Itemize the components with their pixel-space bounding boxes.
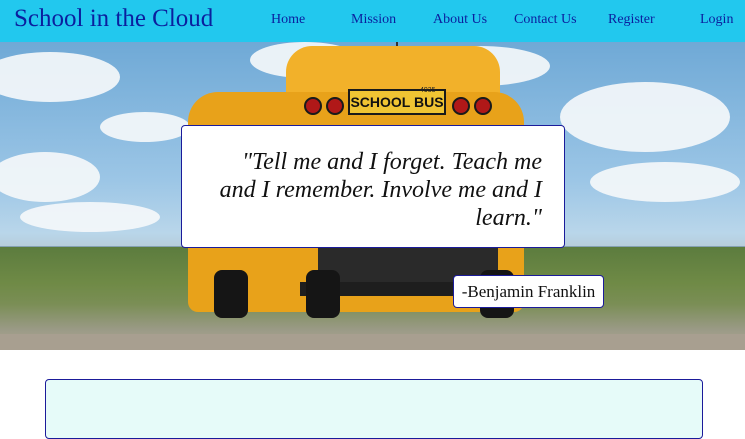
bus-warning-light	[304, 97, 322, 115]
bus-wheel	[306, 270, 340, 318]
cloud-shape	[20, 202, 160, 232]
nav-link-about-us[interactable]: About Us	[433, 12, 487, 28]
cloud-shape	[100, 112, 190, 142]
cloud-shape	[590, 162, 740, 202]
nav-link-mission[interactable]: Mission	[351, 12, 396, 28]
cloud-shape	[0, 52, 120, 102]
nav-link-register[interactable]: Register	[608, 12, 655, 28]
quote-card: "Tell me and I forget. Teach me and I re…	[181, 125, 565, 248]
road	[0, 334, 745, 350]
quote-text: "Tell me and I forget. Teach me and I re…	[219, 149, 542, 231]
nav-link-login[interactable]: Login	[700, 12, 733, 28]
cloud-shape	[0, 152, 100, 202]
quote-author: -Benjamin Franklin	[453, 275, 604, 308]
site-title[interactable]: School in the Cloud	[14, 4, 213, 34]
content-panel	[45, 379, 703, 439]
bus-warning-light	[474, 97, 492, 115]
bus-warning-light	[326, 97, 344, 115]
nav-link-home[interactable]: Home	[271, 12, 305, 28]
bus-number: 4935	[420, 87, 436, 94]
cloud-shape	[560, 82, 730, 152]
bus-warning-light	[452, 97, 470, 115]
bus-wheel	[214, 270, 248, 318]
top-navbar: School in the Cloud Home Mission About U…	[0, 0, 745, 42]
nav-link-contact-us[interactable]: Contact Us	[514, 12, 577, 28]
